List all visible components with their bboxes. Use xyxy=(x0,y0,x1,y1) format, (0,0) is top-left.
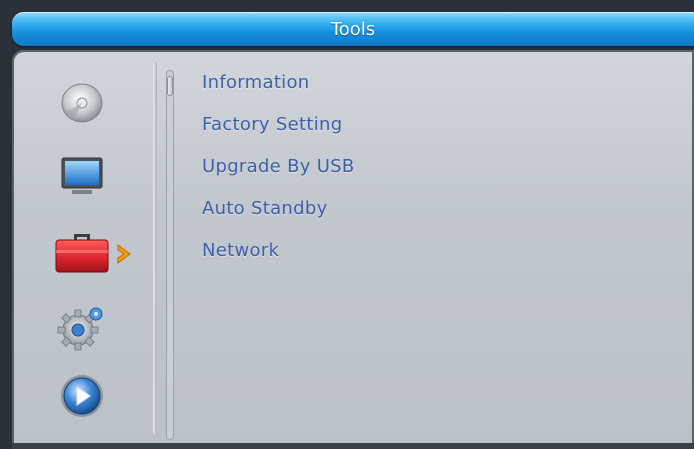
menu-item-network[interactable]: Network xyxy=(202,240,279,261)
scrollbar-thumb[interactable] xyxy=(167,76,173,96)
sidebar-divider xyxy=(153,62,157,434)
panel-bottom-edge xyxy=(12,443,694,449)
menu-scrollbar[interactable] xyxy=(166,70,174,440)
menu-item-auto-standby[interactable]: Auto Standby xyxy=(202,198,328,219)
tv-icon xyxy=(61,157,103,194)
sidebar-item-play[interactable] xyxy=(52,370,112,422)
menu-item-upgrade-by-usb[interactable]: Upgrade By USB xyxy=(202,156,355,177)
page-title: Tools xyxy=(330,19,376,40)
active-item-arrow-icon xyxy=(114,243,134,265)
play-icon xyxy=(61,375,103,417)
menu-item-information[interactable]: Information xyxy=(202,72,310,93)
tools-screen: Tools Information Factory Setting Upgrad… xyxy=(0,0,694,449)
menu-item-factory-setting[interactable]: Factory Setting xyxy=(202,114,342,135)
sidebar-item-picture[interactable] xyxy=(52,150,112,202)
title-bar: Tools xyxy=(12,12,694,46)
disc-icon xyxy=(61,83,103,123)
sidebar-item-media[interactable] xyxy=(52,76,112,128)
sidebar-item-tools[interactable] xyxy=(52,226,112,278)
toolbox-icon xyxy=(55,234,109,273)
gear-icon xyxy=(57,307,103,351)
sidebar-item-settings[interactable] xyxy=(52,300,112,352)
